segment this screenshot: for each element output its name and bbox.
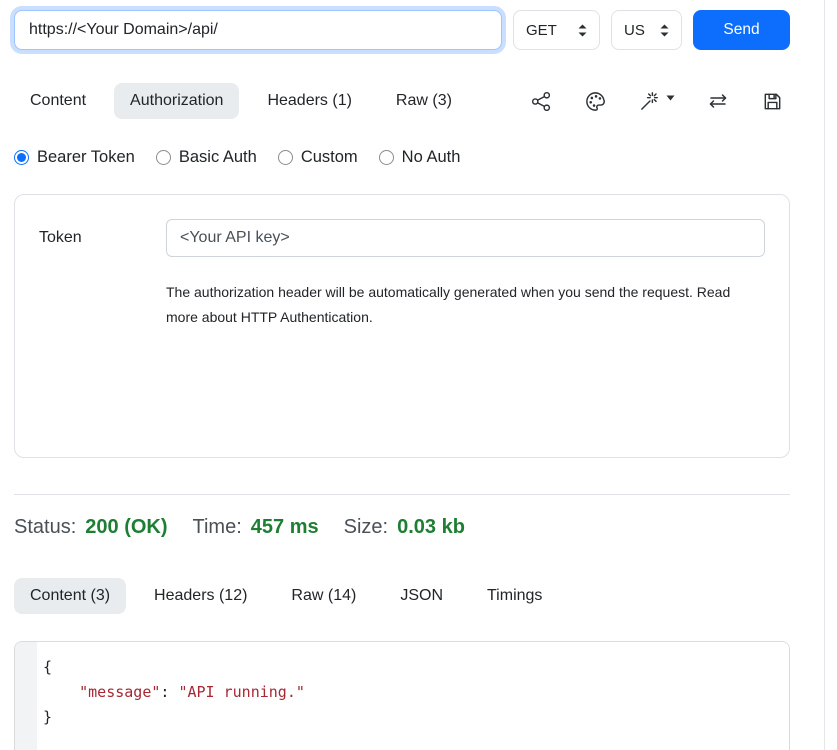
- tab-authorization[interactable]: Authorization: [114, 83, 239, 119]
- save-icon[interactable]: [761, 90, 784, 113]
- json-indent: [43, 683, 79, 701]
- tab-content[interactable]: Content: [14, 83, 102, 119]
- token-panel: Token The authorization header will be a…: [14, 194, 790, 458]
- radio-icon: [278, 150, 293, 165]
- json-open-brace: {: [43, 658, 52, 676]
- token-label: Token: [39, 229, 166, 247]
- request-tabs: Content Authorization Headers (1) Raw (3…: [14, 83, 790, 119]
- url-input[interactable]: [14, 10, 502, 50]
- auth-option-label: No Auth: [402, 148, 461, 167]
- region-select-value: US: [624, 22, 645, 39]
- auth-option-label: Basic Auth: [179, 148, 257, 167]
- swap-arrows-icon[interactable]: [706, 89, 730, 113]
- request-bar: GET US Send: [14, 10, 790, 50]
- response-body-block: { "message": "API running." }: [14, 641, 790, 750]
- magic-wand-icon[interactable]: [638, 90, 675, 113]
- select-arrows-icon: [660, 24, 669, 37]
- status-label: Status:: [14, 516, 76, 539]
- section-divider: [14, 494, 790, 495]
- auth-option-custom[interactable]: Custom: [278, 148, 358, 167]
- token-input[interactable]: [166, 219, 765, 257]
- auth-option-basic-auth[interactable]: Basic Auth: [156, 148, 257, 167]
- status-value: 200 (OK): [85, 516, 167, 539]
- auth-option-label: Bearer Token: [37, 148, 135, 167]
- method-select-value: GET: [526, 22, 557, 39]
- time-value: 457 ms: [251, 516, 319, 539]
- palette-icon[interactable]: [584, 90, 607, 113]
- page-right-divider: [824, 0, 825, 750]
- json-value: "API running.": [178, 683, 304, 701]
- tab-response-timings[interactable]: Timings: [471, 578, 558, 614]
- method-select[interactable]: GET: [513, 10, 600, 50]
- response-status: Status: 200 (OK) Time: 457 ms Size: 0.03…: [14, 516, 790, 539]
- auth-option-bearer-token[interactable]: Bearer Token: [14, 148, 135, 167]
- auth-type-options: Bearer Token Basic Auth Custom No Auth: [14, 148, 790, 167]
- json-colon: :: [160, 683, 178, 701]
- tab-response-raw[interactable]: Raw (14): [275, 578, 372, 614]
- radio-selected-icon: [14, 150, 29, 165]
- token-help-text: The authorization header will be automat…: [166, 280, 752, 330]
- json-key: "message": [79, 683, 160, 701]
- tab-response-json[interactable]: JSON: [384, 578, 459, 614]
- tab-headers[interactable]: Headers (1): [251, 83, 367, 119]
- json-close-brace: }: [43, 708, 52, 726]
- response-tabs: Content (3) Headers (12) Raw (14) JSON T…: [14, 578, 790, 614]
- json-response: { "message": "API running." }: [37, 642, 789, 750]
- tab-response-headers[interactable]: Headers (12): [138, 578, 263, 614]
- select-arrows-icon: [578, 24, 587, 37]
- size-value: 0.03 kb: [397, 516, 465, 539]
- auth-option-no-auth[interactable]: No Auth: [379, 148, 461, 167]
- share-icon[interactable]: [530, 90, 553, 113]
- code-gutter: [15, 642, 37, 750]
- api-tester-page: GET US Send Content Authorization Header…: [14, 0, 790, 750]
- chevron-down-icon: [666, 95, 675, 101]
- region-select[interactable]: US: [611, 10, 682, 50]
- tab-raw[interactable]: Raw (3): [380, 83, 468, 119]
- time-label: Time:: [193, 516, 242, 539]
- request-toolbar: [530, 89, 790, 113]
- radio-icon: [379, 150, 394, 165]
- radio-icon: [156, 150, 171, 165]
- auth-option-label: Custom: [301, 148, 358, 167]
- tab-response-content[interactable]: Content (3): [14, 578, 126, 614]
- size-label: Size:: [344, 516, 388, 539]
- send-button[interactable]: Send: [693, 10, 790, 50]
